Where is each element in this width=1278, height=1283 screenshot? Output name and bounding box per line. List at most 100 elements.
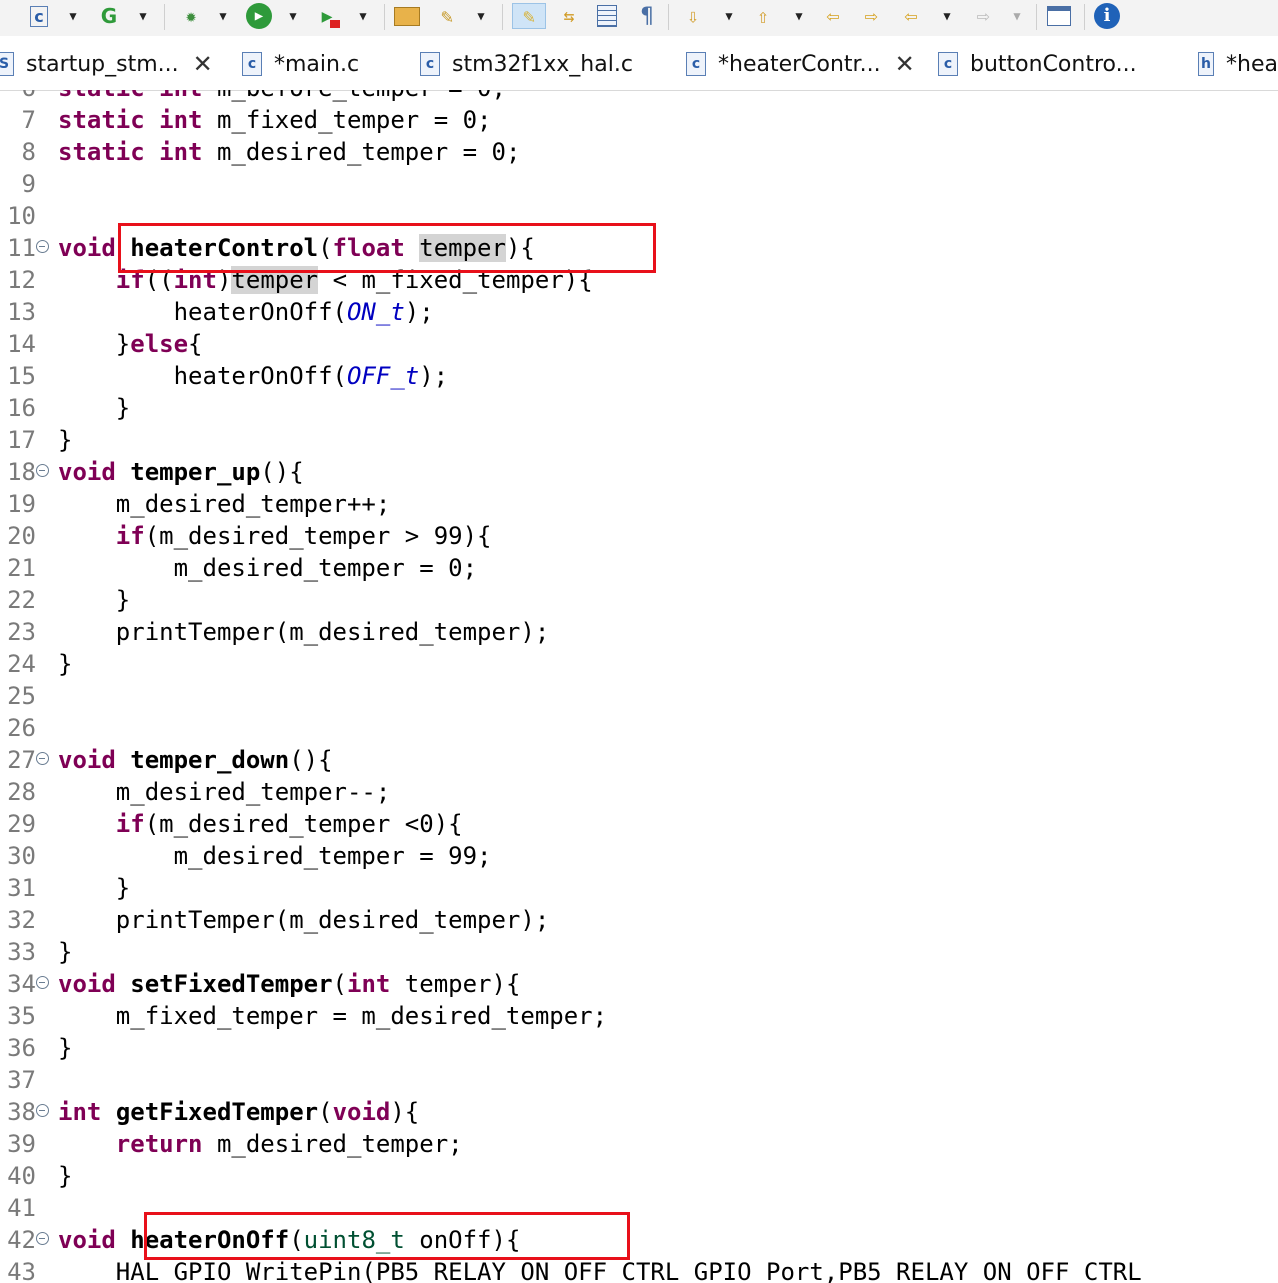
toggle-mark-occurrences-icon[interactable]: ⇆ (556, 3, 582, 29)
code-text: if(m_desired_temper <0){ (115, 810, 463, 838)
line-number: 12 (7, 266, 36, 294)
code-line[interactable]: 16 } (0, 392, 1278, 424)
code-line[interactable]: 39 return m_desired_temper; (0, 1128, 1278, 1160)
code-line[interactable]: 22 } (0, 584, 1278, 616)
close-icon[interactable]: ✕ (193, 50, 213, 78)
code-line[interactable]: 38 int getFixedTemper(void){ (0, 1096, 1278, 1128)
show-whitespace-icon[interactable]: ¶ (634, 3, 660, 29)
code-line[interactable]: 33} (0, 936, 1278, 968)
code-line[interactable]: 37 (0, 1064, 1278, 1096)
run-dropdown[interactable]: ▼ (286, 6, 300, 26)
code-line[interactable]: 40} (0, 1160, 1278, 1192)
new-c-file-icon[interactable]: c (26, 3, 52, 29)
new-class-icon[interactable]: G (96, 3, 122, 29)
code-line[interactable]: 30 m_desired_temper = 99; (0, 840, 1278, 872)
code-line[interactable]: 15 heaterOnOff(OFF_t); (0, 360, 1278, 392)
tab-stm32f1xx-hal[interactable]: c stm32f1xx_hal.c (420, 38, 668, 90)
line-number: 21 (7, 554, 36, 582)
next-annotation-dropdown[interactable]: ▼ (722, 6, 736, 26)
code-line[interactable]: 20 if(m_desired_temper > 99){ (0, 520, 1278, 552)
collapse-icon[interactable] (36, 976, 49, 989)
toolbar-separator (1036, 4, 1037, 30)
code-line[interactable]: 28 m_desired_temper--; (0, 776, 1278, 808)
code-line[interactable]: 19 m_desired_temper++; (0, 488, 1278, 520)
code-text: void temper_up(){ (58, 458, 304, 486)
code-text: static int m_fixed_temper = 0; (58, 106, 492, 134)
wand-icon[interactable]: ✎ (434, 3, 460, 29)
line-number: 39 (7, 1130, 36, 1158)
collapse-icon[interactable] (36, 1104, 49, 1117)
info-icon[interactable]: i (1094, 3, 1120, 29)
previous-annotation-icon[interactable]: ⇧ (750, 3, 776, 29)
tab-header-file[interactable]: h *hea (1198, 38, 1278, 90)
code-line[interactable]: 18 void temper_up(){ (0, 456, 1278, 488)
run-icon[interactable]: ▶ (246, 3, 272, 29)
collapse-icon[interactable] (36, 240, 49, 253)
code-line[interactable]: 6 static int m_before_temper = 0; (0, 90, 1278, 104)
tab-startup[interactable]: S startup_stm... ✕ (0, 38, 220, 90)
tab-heater-control[interactable]: c *heaterContr... ✕ (686, 38, 922, 90)
code-line[interactable]: 43 HAL_GPIO_WritePin(PB5_RELAY_ON_OFF_CT… (0, 1256, 1278, 1283)
debug-dropdown[interactable]: ▼ (216, 6, 230, 26)
code-line[interactable]: 8 static int m_desired_temper = 0; (0, 136, 1278, 168)
line-number: 27 (7, 746, 36, 774)
editor-tab-bar: S startup_stm... ✕ c *main.c c stm32f1xx… (0, 38, 1278, 91)
line-number: 33 (7, 938, 36, 966)
toggle-block-selection-icon[interactable] (594, 3, 620, 29)
new-class-dropdown[interactable]: ▼ (136, 6, 150, 26)
previous-annotation-dropdown[interactable]: ▼ (792, 6, 806, 26)
code-line[interactable]: 29 if(m_desired_temper <0){ (0, 808, 1278, 840)
tab-label: startup_stm... (26, 51, 179, 77)
line-number: 31 (7, 874, 36, 902)
line-number: 16 (7, 394, 36, 422)
run-external-tools-icon[interactable]: ▶ (314, 3, 340, 29)
forward-icon[interactable]: ⇨ (970, 3, 996, 29)
collapse-icon[interactable] (36, 464, 49, 477)
code-line[interactable]: 31 } (0, 872, 1278, 904)
last-edit-location-icon[interactable]: ⇦ (820, 3, 846, 29)
code-line[interactable]: 21 m_desired_temper = 0; (0, 552, 1278, 584)
code-editor[interactable]: 6 static int m_before_temper = 0; 7 static … (0, 90, 1278, 1283)
code-line[interactable]: 17} (0, 424, 1278, 456)
run-external-tools-dropdown[interactable]: ▼ (356, 6, 370, 26)
collapse-icon[interactable] (36, 752, 49, 765)
line-number: 10 (7, 202, 36, 230)
code-text: m_fixed_temper = m_desired_temper; (58, 1002, 608, 1030)
forward-dropdown[interactable]: ▼ (1010, 6, 1024, 26)
code-line[interactable]: 9 (0, 168, 1278, 200)
code-line[interactable]: 24} (0, 648, 1278, 680)
annotation-box-heater-control (118, 223, 656, 273)
line-number: 11 (7, 234, 36, 262)
close-icon[interactable]: ✕ (895, 50, 915, 78)
line-number: 24 (7, 650, 36, 678)
c-file-icon: c (242, 52, 262, 76)
new-c-file-dropdown[interactable]: ▼ (66, 6, 80, 26)
line-number: 34 (7, 970, 36, 998)
code-text: void temper_down(){ (58, 746, 333, 774)
code-line[interactable]: 14 }else{ (0, 328, 1278, 360)
header-file-icon: h (1198, 52, 1215, 76)
wand-dropdown[interactable]: ▼ (474, 6, 488, 26)
forward-edit-location-icon[interactable]: ⇨ (858, 3, 884, 29)
code-line[interactable]: 34 void setFixedTemper(int temper){ (0, 968, 1278, 1000)
collapse-icon[interactable] (36, 1232, 49, 1245)
debug-icon[interactable]: ✹ (178, 3, 204, 29)
back-dropdown[interactable]: ▼ (940, 6, 954, 26)
back-icon[interactable]: ⇦ (898, 3, 924, 29)
code-line[interactable]: 25 (0, 680, 1278, 712)
code-line[interactable]: 23 printTemper(m_desired_temper); (0, 616, 1278, 648)
code-line[interactable]: 36} (0, 1032, 1278, 1064)
code-line[interactable]: 32 printTemper(m_desired_temper); (0, 904, 1278, 936)
code-line[interactable]: 26 (0, 712, 1278, 744)
code-line[interactable]: 7 static int m_fixed_temper = 0; (0, 104, 1278, 136)
line-number: 19 (7, 490, 36, 518)
highlight-pen-icon[interactable]: ✎ (512, 3, 546, 29)
open-perspective-icon[interactable] (1046, 3, 1072, 29)
tab-main-c[interactable]: c *main.c (242, 38, 412, 90)
tab-button-control[interactable]: c buttonContro... (938, 38, 1188, 90)
code-line[interactable]: 13 heaterOnOff(ON_t); (0, 296, 1278, 328)
code-line[interactable]: 27 void temper_down(){ (0, 744, 1278, 776)
code-line[interactable]: 35 m_fixed_temper = m_desired_temper; (0, 1000, 1278, 1032)
open-folder-icon[interactable] (394, 3, 420, 29)
next-annotation-icon[interactable]: ⇩ (680, 3, 706, 29)
